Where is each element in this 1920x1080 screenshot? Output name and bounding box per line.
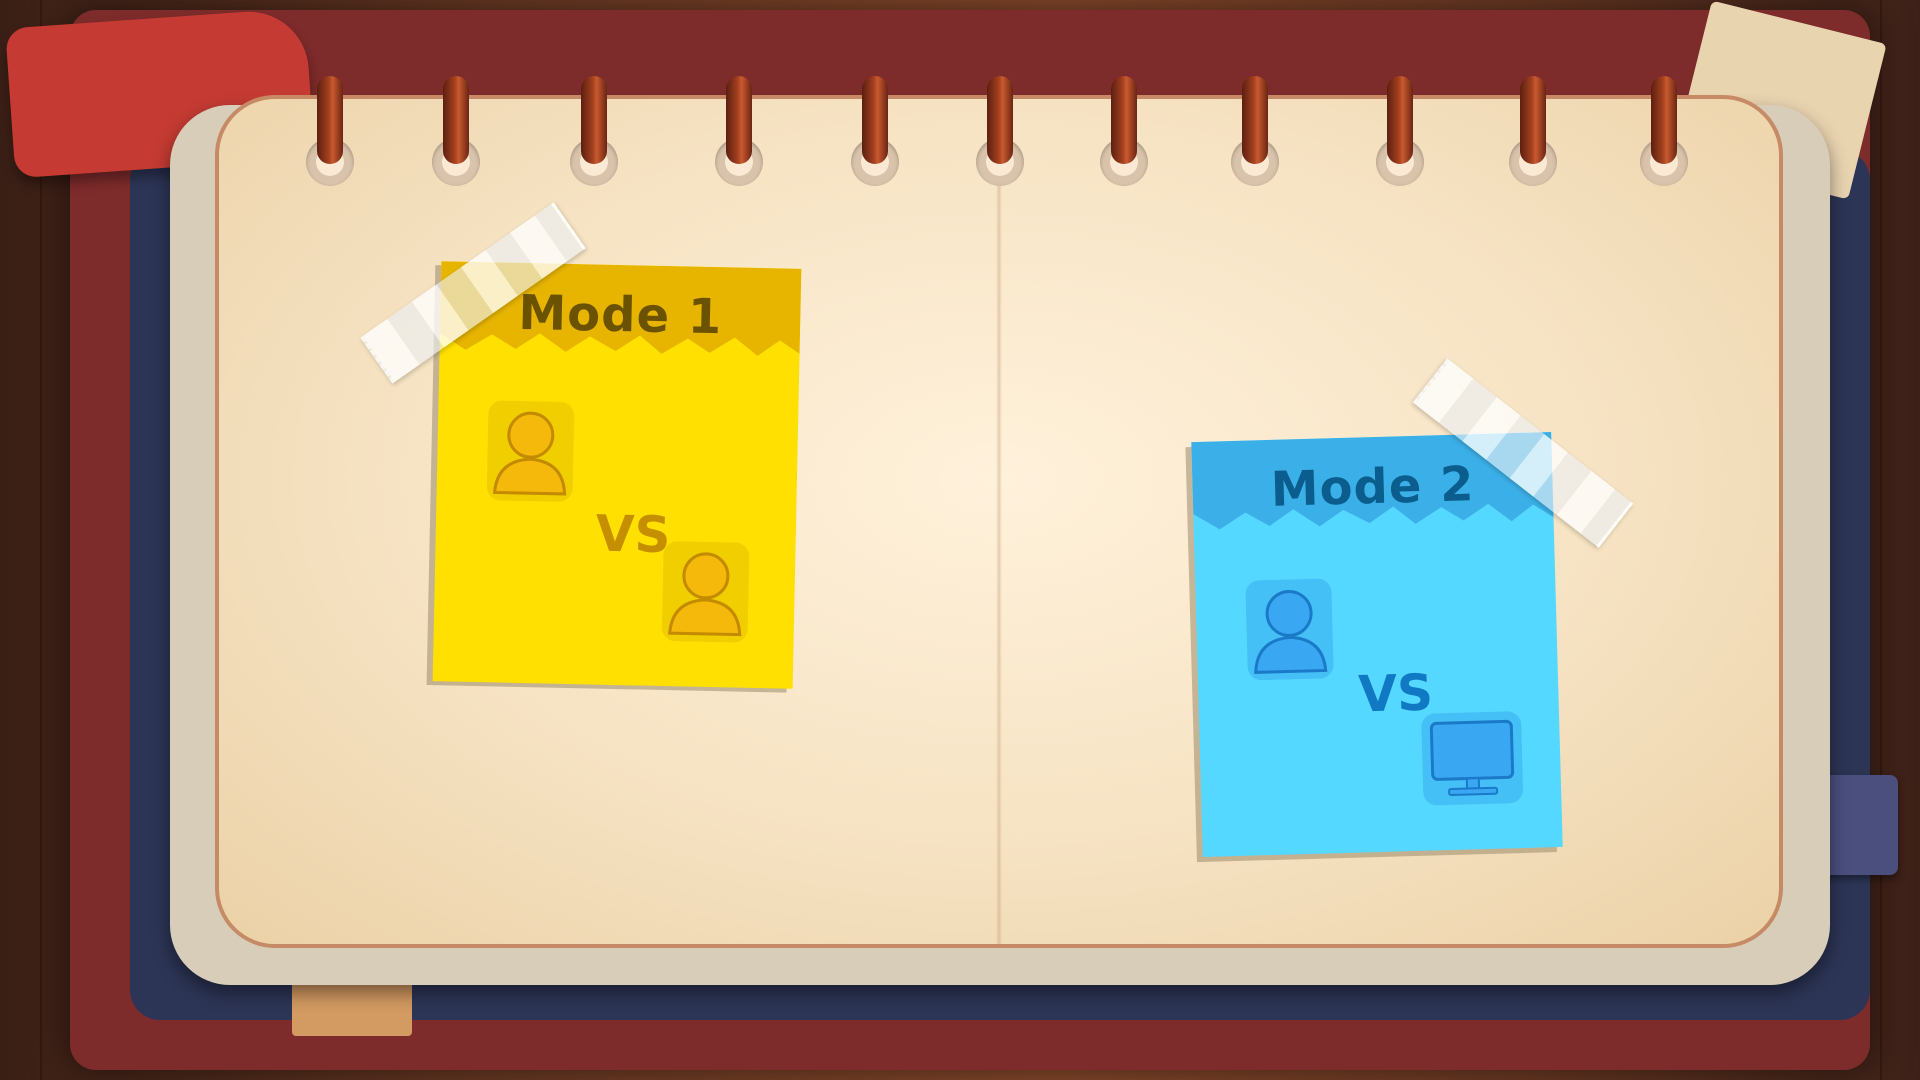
player-person-icon bbox=[1245, 578, 1334, 681]
mode-1-vs-label: VS bbox=[595, 504, 672, 565]
page-spine bbox=[996, 99, 1002, 944]
player-1-person-icon bbox=[486, 400, 575, 502]
mode-1-card[interactable]: Mode 1 VS bbox=[426, 261, 802, 693]
mode-2-card[interactable]: Mode 2 VS bbox=[1185, 432, 1563, 863]
computer-monitor-icon bbox=[1421, 711, 1524, 806]
purple-bookmark-tab bbox=[1818, 775, 1898, 875]
player-2-person-icon bbox=[661, 541, 750, 643]
